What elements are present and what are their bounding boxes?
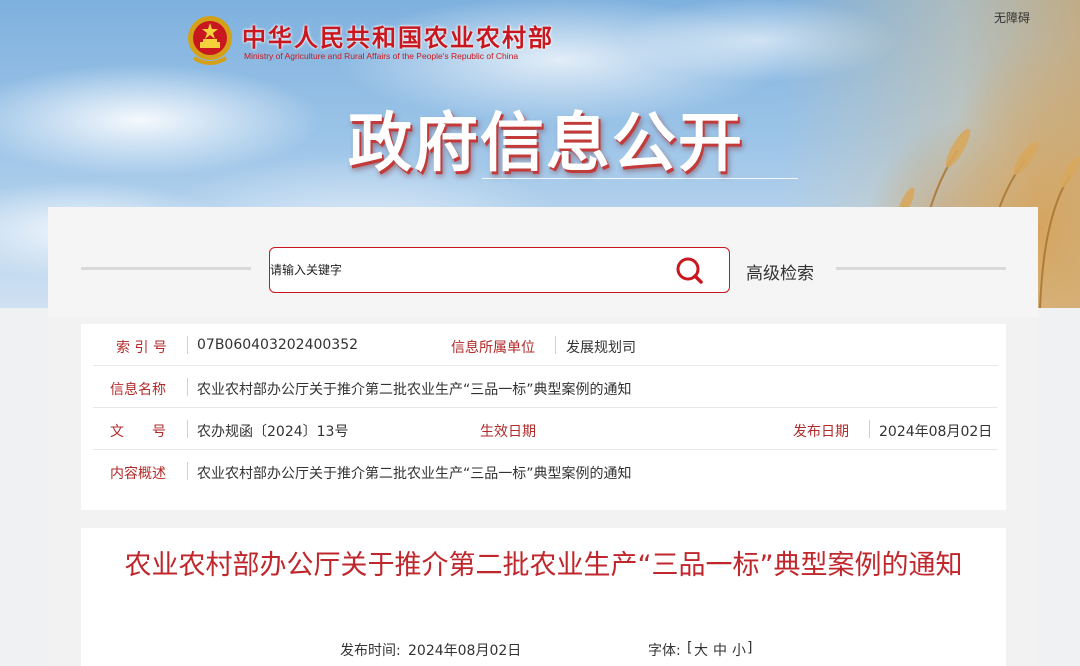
main-panel: 高级检索 索 引 号 07B060403202400352 信息所属单位 发展规… — [48, 207, 1038, 666]
info-row-doc: 文 号 农办规函〔2024〕13号 生效日期 发布日期 2024年08月02日 — [93, 408, 998, 450]
article-title: 农业农村部办公厅关于推介第二批农业生产“三品一标”典型案例的通知 — [124, 550, 963, 581]
name-label: 信息名称 — [110, 382, 166, 398]
index-value: 07B060403202400352 — [197, 337, 359, 353]
search-left-divider — [81, 267, 251, 270]
effective-date-label: 生效日期 — [480, 424, 536, 440]
publish-date-value: 2024年08月02日 — [879, 424, 993, 440]
ministry-name-en[interactable]: Ministry of Agriculture and Rural Affair… — [244, 51, 518, 61]
search-box — [269, 247, 730, 293]
row-separator — [187, 378, 188, 396]
info-row-summary: 内容概述 农业农村部办公厅关于推介第二批农业生产“三品一标”典型案例的通知 — [93, 450, 998, 492]
info-table: 索 引 号 07B060403202400352 信息所属单位 发展规划司 信息… — [81, 324, 1006, 510]
name-value: 农业农村部办公厅关于推介第二批农业生产“三品一标”典型案例的通知 — [197, 382, 632, 398]
font-bracket-close: ] — [747, 640, 753, 656]
font-bracket-open: [ — [687, 640, 693, 656]
row-separator — [187, 462, 188, 480]
search-area: 高级检索 — [48, 207, 1038, 317]
font-size-label: 字体: — [648, 643, 681, 659]
search-right-divider — [836, 267, 1006, 270]
font-size-large[interactable]: 大 — [694, 640, 708, 660]
summary-value: 农业农村部办公厅关于推介第二批农业生产“三品一标”典型案例的通知 — [197, 466, 632, 482]
index-label: 索 引 号 — [116, 340, 167, 356]
row-separator — [555, 336, 556, 354]
doc-number-label: 文 号 — [110, 424, 166, 440]
publish-date-label: 发布日期 — [793, 424, 849, 440]
accessibility-link[interactable]: 无障碍 — [994, 9, 1030, 26]
info-row-index: 索 引 号 07B060403202400352 信息所属单位 发展规划司 — [93, 324, 998, 366]
search-button[interactable] — [670, 252, 710, 290]
ministry-name-cn[interactable]: 中华人民共和国农业农村部 — [242, 18, 554, 53]
national-emblem-logo[interactable] — [186, 14, 234, 66]
info-row-name: 信息名称 农业农村部办公厅关于推介第二批农业生产“三品一标”典型案例的通知 — [93, 366, 998, 408]
summary-label: 内容概述 — [110, 466, 166, 482]
doc-number-value: 农办规函〔2024〕13号 — [197, 424, 349, 440]
article-card: 农业农村部办公厅关于推介第二批农业生产“三品一标”典型案例的通知 发布时间: 2… — [81, 528, 1006, 666]
row-separator — [187, 420, 188, 438]
advanced-search-link[interactable]: 高级检索 — [746, 259, 814, 284]
search-input[interactable] — [270, 248, 670, 292]
unit-value: 发展规划司 — [566, 340, 636, 356]
row-separator — [187, 336, 188, 354]
font-size-medium[interactable]: 中 — [713, 640, 727, 660]
font-size-small[interactable]: 小 — [732, 640, 746, 660]
banner-underline — [482, 178, 798, 179]
row-separator — [869, 420, 870, 438]
banner-title: 政府信息公开 — [348, 107, 744, 181]
unit-label: 信息所属单位 — [451, 340, 535, 356]
publish-time-label: 发布时间: — [340, 643, 401, 659]
publish-time-value: 2024年08月02日 — [408, 643, 522, 659]
search-icon — [676, 257, 703, 284]
